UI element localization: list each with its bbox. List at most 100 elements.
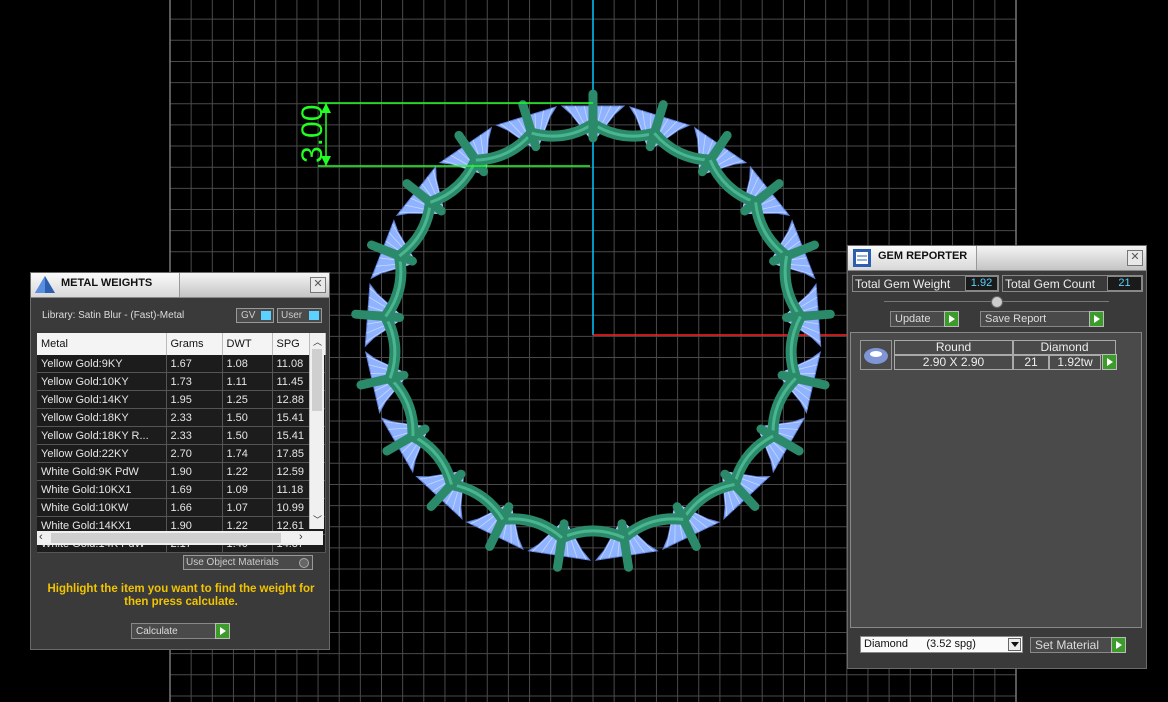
calculate-label: Calculate — [136, 626, 178, 637]
play-icon — [215, 623, 230, 639]
use-object-materials-toggle[interactable]: Use Object Materials — [183, 555, 313, 570]
material-select-value: Diamond (3.52 spg) — [864, 638, 976, 650]
play-icon — [944, 311, 959, 327]
gem-detail-button[interactable] — [1101, 354, 1117, 371]
table-cell-grams: 2.33 — [166, 426, 223, 445]
toggle-indicator-icon — [309, 311, 319, 320]
table-row[interactable]: White Gold:10KX1 1.69 1.09 11.18 — [37, 480, 326, 499]
gem-weight-cell: 1.92tw — [1049, 355, 1101, 370]
chevron-down-icon[interactable] — [1008, 638, 1021, 651]
table-cell-grams: 1.69 — [166, 480, 223, 499]
scroll-left-icon[interactable]: ‹ — [39, 531, 43, 543]
gem-reporter-titlebar[interactable]: GEM REPORTER ✕ — [848, 246, 1146, 271]
table-cell-dwt: 1.09 — [222, 480, 273, 499]
gem-list: Round Diamond 2.90 X 2.90 21 1.92tw — [850, 332, 1142, 628]
gem-count-cell: 21 — [1013, 355, 1049, 370]
metal-weights-titlebar[interactable]: METAL WEIGHTS ✕ — [31, 273, 329, 298]
metal-table: Metal Grams DWT SPG Yellow Gold:9KY 1.67 1.08… — [37, 333, 326, 553]
library-label: Library: Satin Blur - (Fast)-Metal — [42, 310, 185, 321]
table-row[interactable]: Yellow Gold:10KY 1.73 1.11 11.45 — [37, 372, 326, 391]
update-button[interactable]: Update — [890, 311, 959, 327]
gem-material-cell: Diamond — [1013, 340, 1116, 355]
table-cell-metal: Yellow Gold:10KY — [37, 372, 167, 391]
table-cell-metal: White Gold:9K PdW — [37, 462, 167, 481]
dimension-label: 3.00 — [296, 105, 329, 163]
total-count-value: 21 — [1107, 276, 1142, 291]
round-gem-icon — [860, 340, 892, 370]
table-cell-grams: 1.67 — [166, 355, 223, 373]
table-cell-dwt: 1.22 — [222, 462, 273, 481]
metal-weights-title: METAL WEIGHTS — [61, 277, 153, 289]
toggle-gv-label: GV — [241, 310, 256, 321]
table-cell-metal: White Gold:10KW — [37, 498, 167, 517]
table-cell-grams: 1.95 — [166, 390, 223, 409]
play-icon — [1089, 311, 1104, 327]
material-select[interactable]: Diamond (3.52 spg) — [860, 636, 1023, 653]
total-count-label: Total Gem Count — [1005, 277, 1096, 291]
gem-reporter-title: GEM REPORTER — [878, 250, 968, 262]
table-cell-metal: Yellow Gold:22KY — [37, 444, 167, 463]
table-row[interactable]: Yellow Gold:18KY 2.33 1.50 15.41 — [37, 408, 326, 427]
update-label: Update — [895, 313, 931, 325]
toggle-user[interactable]: User — [277, 308, 322, 323]
table-cell-metal: Yellow Gold:18KY — [37, 408, 167, 427]
play-icon — [1102, 354, 1117, 370]
table-cell-grams: 1.66 — [166, 498, 223, 517]
close-icon[interactable]: ✕ — [1127, 250, 1143, 266]
table-row[interactable]: White Gold:10KW 1.66 1.07 10.99 — [37, 498, 326, 517]
scroll-thumb[interactable] — [312, 349, 322, 411]
table-cell-metal: Yellow Gold:18KY R... — [37, 426, 167, 445]
total-weight-label: Total Gem Weight — [855, 277, 951, 291]
table-cell-metal: White Gold:10KX1 — [37, 480, 167, 499]
gem-report-icon — [853, 249, 871, 267]
table-cell-grams: 1.90 — [166, 462, 223, 481]
gem-shape-cell: Round — [894, 340, 1013, 355]
set-material-label: Set Material — [1035, 638, 1100, 652]
table-cell-dwt: 1.07 — [222, 498, 273, 517]
set-material-button[interactable]: Set Material — [1030, 637, 1126, 653]
divider-knob-icon[interactable] — [991, 296, 1003, 308]
total-count-group: Total Gem Count 21 — [1002, 275, 1143, 292]
table-row[interactable]: Yellow Gold:18KY R... 2.33 1.50 15.41 — [37, 426, 326, 445]
use-object-materials-label: Use Object Materials — [186, 557, 279, 568]
column-header[interactable]: Grams — [166, 333, 223, 355]
scroll-right-icon[interactable]: › — [299, 531, 303, 543]
gem-size-cell: 2.90 X 2.90 — [894, 355, 1013, 370]
hint-text: Highlight the item you want to find the … — [47, 583, 315, 608]
pyramid-icon — [35, 276, 55, 293]
total-weight-group: Total Gem Weight 1.92 — [852, 275, 999, 292]
table-row[interactable]: Yellow Gold:9KY 1.67 1.08 11.08 — [37, 355, 326, 373]
gem-list-item[interactable]: Round Diamond 2.90 X 2.90 21 1.92tw — [858, 338, 1117, 372]
radio-icon — [299, 558, 309, 568]
metal-weights-panel: METAL WEIGHTS ✕ Library: Satin Blur - (F… — [30, 272, 330, 650]
gem-reporter-panel: GEM REPORTER ✕ Total Gem Weight 1.92 Tot… — [847, 245, 1147, 669]
scroll-thumb-horizontal[interactable] — [51, 533, 281, 543]
toggle-indicator-icon — [261, 311, 271, 320]
horizontal-scrollbar[interactable]: ‹ › — [37, 531, 323, 545]
ring-prong — [782, 309, 835, 322]
table-cell-metal: Yellow Gold:14KY — [37, 390, 167, 409]
close-icon[interactable]: ✕ — [310, 277, 326, 293]
vertical-scrollbar[interactable]: ︿ ﹀ — [309, 333, 324, 529]
table-cell-dwt: 1.50 — [222, 426, 273, 445]
toggle-user-label: User — [281, 310, 303, 321]
table-cell-dwt: 1.50 — [222, 408, 273, 427]
table-cell-grams: 2.70 — [166, 444, 223, 463]
calculate-button[interactable]: Calculate — [131, 623, 230, 639]
table-cell-dwt: 1.08 — [222, 355, 273, 373]
table-row[interactable]: Yellow Gold:14KY 1.95 1.25 12.88 — [37, 390, 326, 409]
column-header[interactable]: DWT — [222, 333, 273, 355]
table-row[interactable]: Yellow Gold:22KY 2.70 1.74 17.85 — [37, 444, 326, 463]
save-report-button[interactable]: Save Report — [980, 311, 1104, 327]
total-weight-value: 1.92 — [965, 276, 998, 291]
table-cell-dwt: 1.74 — [222, 444, 273, 463]
table-cell-grams: 2.33 — [166, 408, 223, 427]
scroll-up-icon[interactable]: ︿ — [313, 335, 322, 348]
column-header[interactable]: Metal — [37, 333, 167, 355]
play-icon — [1111, 637, 1126, 653]
table-row[interactable]: White Gold:9K PdW 1.90 1.22 12.59 — [37, 462, 326, 481]
toggle-gv[interactable]: GV — [236, 308, 274, 323]
table-cell-metal: Yellow Gold:9KY — [37, 355, 167, 373]
scroll-down-icon[interactable]: ﹀ — [313, 513, 322, 526]
table-cell-dwt: 1.25 — [222, 390, 273, 409]
